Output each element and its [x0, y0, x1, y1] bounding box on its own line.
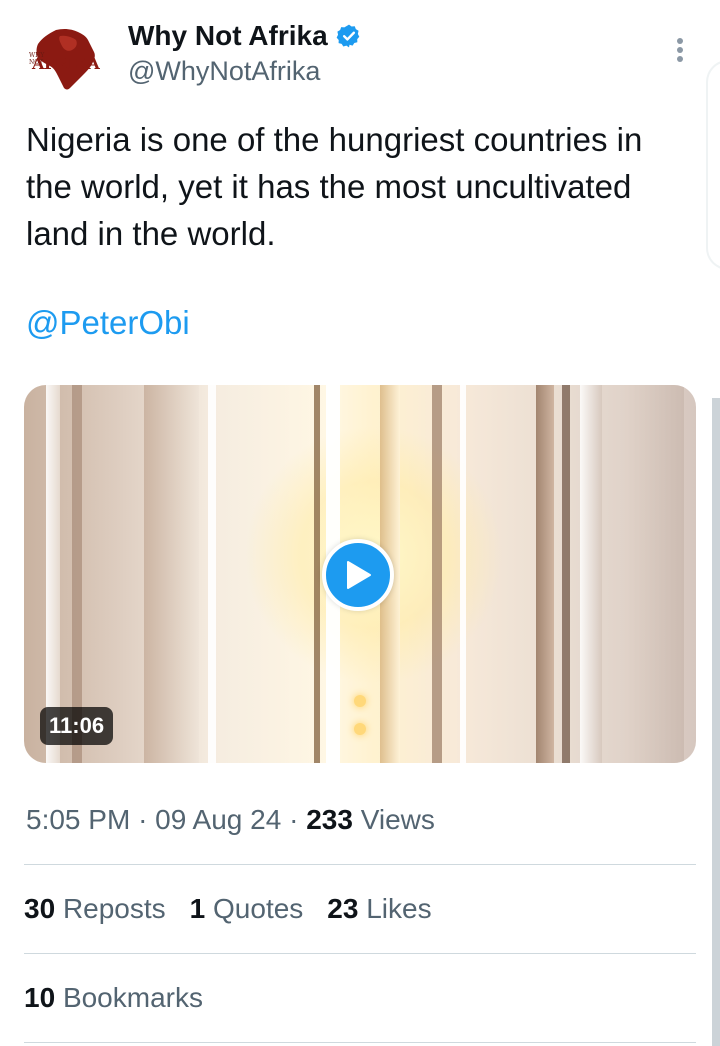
video-frame-bar [624, 385, 684, 763]
tweet-date[interactable]: 09 Aug 24 [155, 804, 281, 835]
divider [24, 1042, 696, 1043]
video-frame-bar [432, 385, 442, 763]
scrollbar[interactable] [712, 398, 720, 1046]
mention-link[interactable]: @PeterObi [26, 304, 190, 342]
divider [24, 864, 696, 865]
bookmarks-count: 10 [24, 982, 56, 1013]
video-frame-bar [460, 385, 466, 763]
tweet-time[interactable]: 5:05 PM [26, 804, 130, 835]
play-button[interactable] [322, 539, 394, 611]
tweet-header: WHY NOT AFRIKA Why Not Afrika @WhyNotAfr… [0, 0, 720, 270]
likes-count: 23 [327, 893, 359, 924]
meta-separator: · [289, 804, 299, 835]
divider [24, 953, 696, 954]
reposts-label: Reposts [62, 893, 166, 924]
author-name[interactable]: Why Not Afrika [128, 20, 328, 52]
video-frame-bar [580, 385, 602, 763]
reposts-count: 30 [24, 893, 56, 924]
reposts-stat[interactable]: 30 Reposts [24, 893, 166, 925]
views-label: Views [360, 804, 435, 835]
likes-stat[interactable]: 23 Likes [327, 893, 431, 925]
likes-label: Likes [366, 893, 432, 924]
engagement-stats: 30 Reposts 1 Quotes 23 Likes [24, 893, 456, 925]
meta-separator: · [138, 804, 148, 835]
tweet-text: Nigeria is one of the hungriest countrie… [26, 121, 643, 252]
video-duration-badge: 11:06 [40, 707, 114, 745]
views-count: 233 [306, 804, 353, 835]
bookmarks-stat[interactable]: 10 Bookmarks [24, 982, 203, 1014]
video-frame-bar [314, 385, 320, 763]
tweet-meta: 5:05 PM · 09 Aug 24 · 233 Views [26, 804, 435, 836]
video-light-dot [354, 695, 366, 707]
video-frame-bar [562, 385, 570, 763]
verified-badge-icon [336, 24, 359, 48]
quotes-label: Quotes [213, 893, 304, 924]
more-vertical-icon[interactable] [666, 36, 694, 64]
author-name-row: Why Not Afrika [128, 20, 362, 52]
author-avatar[interactable]: WHY NOT AFRIKA [26, 26, 102, 92]
video-frame-bar [144, 385, 199, 763]
video-player[interactable]: 11:06 [24, 385, 696, 763]
author-handle[interactable]: @WhyNotAfrika [128, 56, 320, 87]
avatar-brand-text: AFRIKA [32, 54, 100, 73]
video-light-dot [354, 723, 366, 735]
edge-decoration [706, 60, 720, 270]
video-frame-bar [208, 385, 216, 763]
quotes-stat[interactable]: 1 Quotes [190, 893, 304, 925]
quotes-count: 1 [189, 893, 206, 924]
play-icon [347, 561, 371, 589]
video-frame-bar [536, 385, 554, 763]
bookmarks-label: Bookmarks [62, 982, 203, 1013]
